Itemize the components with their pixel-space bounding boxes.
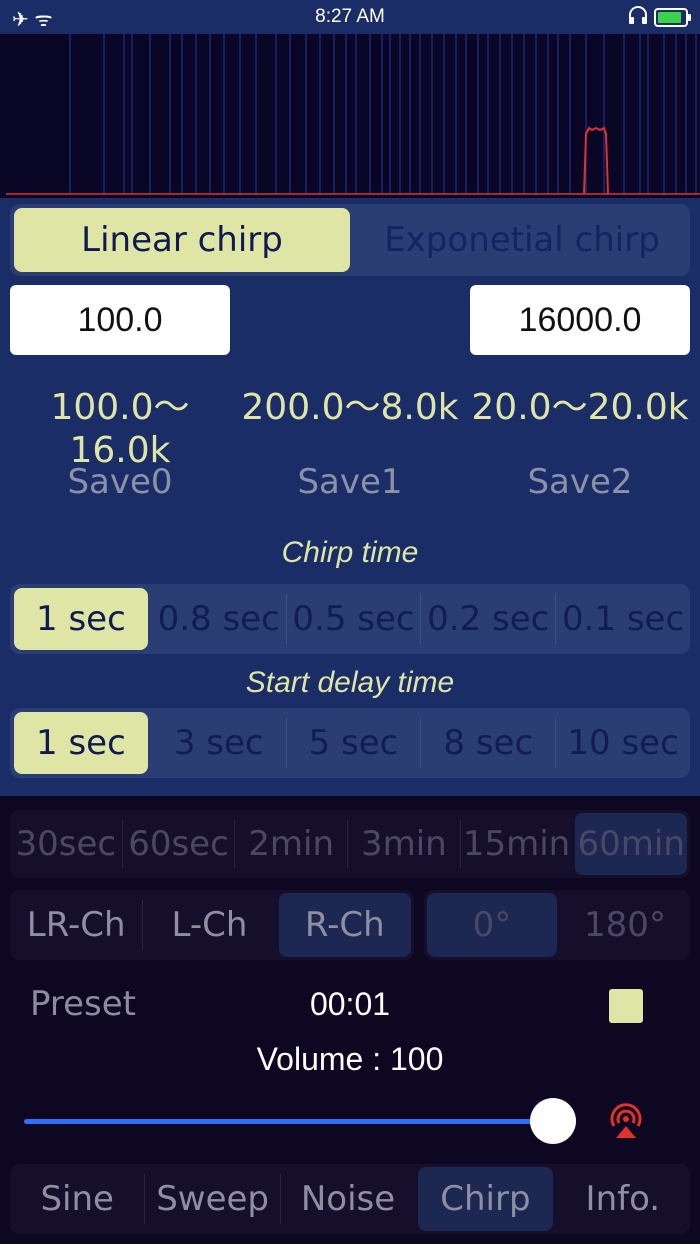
battery-fill [658, 12, 682, 23]
spectrum-display [0, 34, 700, 198]
headphones-icon [628, 6, 648, 29]
duration-30sec[interactable]: 30sec [10, 810, 122, 878]
channel-r[interactable]: R-Ch [278, 893, 411, 957]
duration-3min[interactable]: 3min [348, 810, 460, 878]
status-right-icons [628, 6, 691, 29]
status-time: 8:27 AM [315, 6, 385, 27]
duration-2min[interactable]: 2min [235, 810, 347, 878]
start-delay-3sec[interactable]: 3 sec [152, 708, 286, 778]
range-preset-0[interactable]: 100.0〜16.0k [0, 378, 240, 471]
chirp-time-0-2sec[interactable]: 0.2 sec [421, 584, 555, 654]
start-delay-5sec[interactable]: 5 sec [287, 708, 421, 778]
chirp-time-0-1sec[interactable]: 0.1 sec [556, 584, 690, 654]
spectrum-grid [69, 34, 697, 194]
battery-icon [654, 8, 691, 27]
elapsed-timer: 00:01 [309, 986, 391, 1022]
chirp-mode-selector: Linear chirp Exponetial chirp [10, 204, 690, 276]
range-preset-1[interactable]: 200.0〜8.0k [230, 378, 470, 430]
channel-l[interactable]: L-Ch [143, 890, 275, 960]
status-bar: ✈ ᯤ 8:27 AM [0, 0, 700, 34]
linear-chirp-option[interactable]: Linear chirp [14, 208, 350, 272]
chirp-time-1sec[interactable]: 1 sec [14, 588, 148, 650]
start-delay-title: Start delay time [245, 666, 455, 699]
start-delay-10sec[interactable]: 10 sec [556, 708, 690, 778]
phase-selector: 0° 180° [424, 890, 690, 960]
phase-180[interactable]: 180° [560, 890, 690, 960]
chirp-time-title: Chirp time [281, 536, 419, 569]
airplay-icon[interactable] [606, 1100, 646, 1140]
save0-button[interactable]: Save0 [0, 462, 240, 502]
save1-button[interactable]: Save1 [230, 462, 470, 502]
tab-sine[interactable]: Sine [10, 1164, 144, 1234]
duration-60sec[interactable]: 60sec [123, 810, 235, 878]
tab-chirp[interactable]: Chirp [418, 1167, 553, 1231]
tab-sweep[interactable]: Sweep [145, 1164, 279, 1234]
tab-info[interactable]: Info. [556, 1164, 690, 1234]
range-preset-2[interactable]: 20.0〜20.0k [460, 378, 700, 430]
channel-selector: LR-Ch L-Ch R-Ch [10, 890, 414, 960]
chirp-settings-panel: Linear chirp Exponetial chirp 100.0 1600… [0, 198, 700, 796]
start-delay-1sec[interactable]: 1 sec [14, 712, 148, 774]
chirp-time-0-5sec[interactable]: 0.5 sec [287, 584, 421, 654]
duration-15min[interactable]: 15min [461, 810, 573, 878]
phase-0[interactable]: 0° [427, 893, 557, 957]
start-delay-8sec[interactable]: 8 sec [421, 708, 555, 778]
volume-slider-thumb[interactable] [530, 1098, 576, 1144]
save2-button[interactable]: Save2 [460, 462, 700, 502]
stop-button[interactable] [609, 989, 643, 1023]
chirp-time-selector: 1 sec 0.8 sec 0.5 sec 0.2 sec 0.1 sec [10, 584, 690, 654]
bottom-tab-bar: Sine Sweep Noise Chirp Info. [10, 1164, 690, 1234]
duration-selector: 30sec 60sec 2min 3min 15min 60min [10, 810, 690, 878]
start-delay-selector: 1 sec 3 sec 5 sec 8 sec 10 sec [10, 708, 690, 778]
end-frequency-field[interactable]: 16000.0 [470, 285, 690, 355]
chirp-time-0-8sec[interactable]: 0.8 sec [152, 584, 286, 654]
volume-slider-track[interactable] [24, 1119, 554, 1124]
volume-label: Volume : 100 [256, 1041, 444, 1077]
duration-60min[interactable]: 60min [575, 813, 688, 875]
exponential-chirp-option[interactable]: Exponetial chirp [354, 204, 690, 276]
tab-noise[interactable]: Noise [281, 1164, 415, 1234]
start-frequency-field[interactable]: 100.0 [10, 285, 230, 355]
channel-lr[interactable]: LR-Ch [10, 890, 142, 960]
